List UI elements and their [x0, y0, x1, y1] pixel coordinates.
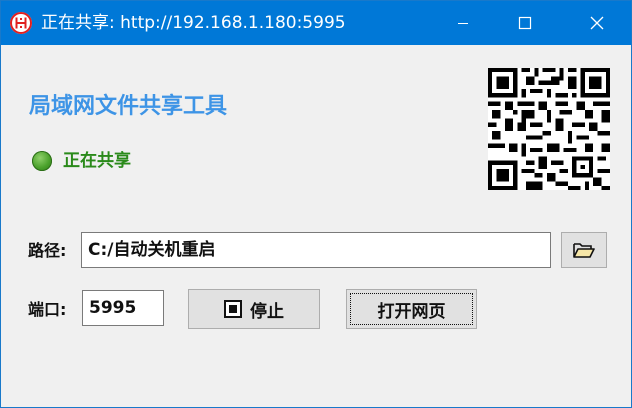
title-bar[interactable]: 正在共享: http://192.168.1.180:5995 — [1, 1, 631, 45]
app-title: 局域网文件共享工具 — [29, 94, 228, 119]
app-window: 正在共享: http://192.168.1.180:5995 局域网文件共享工… — [0, 0, 632, 408]
stop-icon — [224, 300, 242, 318]
stop-button[interactable]: 停止 — [188, 289, 320, 329]
port-label: 端口: — [28, 300, 67, 319]
focus-rectangle — [350, 293, 473, 325]
open-webpage-button[interactable]: 打开网页 — [346, 289, 477, 329]
stop-button-label: 停止 — [250, 301, 284, 322]
maximize-button[interactable] — [495, 1, 555, 45]
maximize-icon — [518, 16, 532, 30]
minimize-button[interactable] — [433, 1, 493, 45]
status-text: 正在共享 — [63, 151, 131, 171]
close-button[interactable] — [567, 1, 627, 45]
path-input[interactable]: C:/自动关机重启 — [81, 232, 551, 268]
minimize-icon — [458, 23, 468, 24]
close-icon — [590, 16, 604, 30]
status-indicator-icon — [32, 151, 52, 171]
folder-open-icon — [573, 243, 595, 258]
browse-folder-button[interactable] — [561, 232, 607, 268]
app-logo-icon — [10, 12, 32, 34]
window-title: 正在共享: http://192.168.1.180:5995 — [41, 13, 346, 33]
qr-code-icon — [488, 68, 610, 190]
port-input[interactable]: 5995 — [82, 290, 164, 326]
path-label: 路径: — [28, 241, 67, 260]
